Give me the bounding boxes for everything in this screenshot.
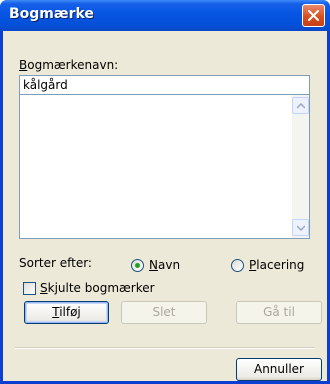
bookmark-name-input[interactable]: kålgård	[19, 75, 310, 95]
close-icon	[308, 10, 319, 21]
bookmark-name-value: kålgård	[23, 78, 68, 92]
sort-placement-radio[interactable]	[231, 259, 244, 272]
bookmark-name-label: Bogmærkenavn:	[19, 58, 119, 72]
sort-placement-label[interactable]: Placering	[249, 258, 304, 272]
delete-button[interactable]: Slet	[121, 301, 207, 324]
scroll-down-arrow-icon	[297, 225, 305, 231]
bookmark-dialog: Bogmærke Bogmærkenavn: kålgård Sorter ef…	[0, 0, 330, 384]
list-scrollbar[interactable]	[292, 95, 309, 238]
hidden-bookmarks-label[interactable]: Skjulte bogmærker	[40, 281, 155, 295]
title-bar[interactable]: Bogmærke	[0, 0, 330, 31]
goto-button[interactable]: Gå til	[236, 301, 322, 324]
hidden-bookmarks-checkbox[interactable]	[23, 282, 36, 295]
scroll-down-button[interactable]	[292, 219, 309, 236]
sort-label: Sorter efter:	[19, 256, 92, 270]
close-button[interactable]	[302, 4, 325, 27]
dialog-body: Bogmærkenavn: kålgård Sorter efter: Navn…	[3, 31, 327, 381]
separator	[15, 347, 315, 349]
radio-selected-dot	[135, 263, 140, 268]
sort-name-radio[interactable]	[131, 259, 144, 272]
add-button[interactable]: Tilføj	[24, 301, 109, 324]
scroll-up-arrow-icon	[297, 103, 305, 109]
scroll-up-button[interactable]	[292, 97, 309, 114]
dialog-title: Bogmærke	[9, 6, 94, 22]
sort-name-label[interactable]: Navn	[149, 258, 180, 272]
cancel-button[interactable]: Annuller	[236, 358, 322, 381]
bookmark-list[interactable]	[19, 95, 310, 239]
